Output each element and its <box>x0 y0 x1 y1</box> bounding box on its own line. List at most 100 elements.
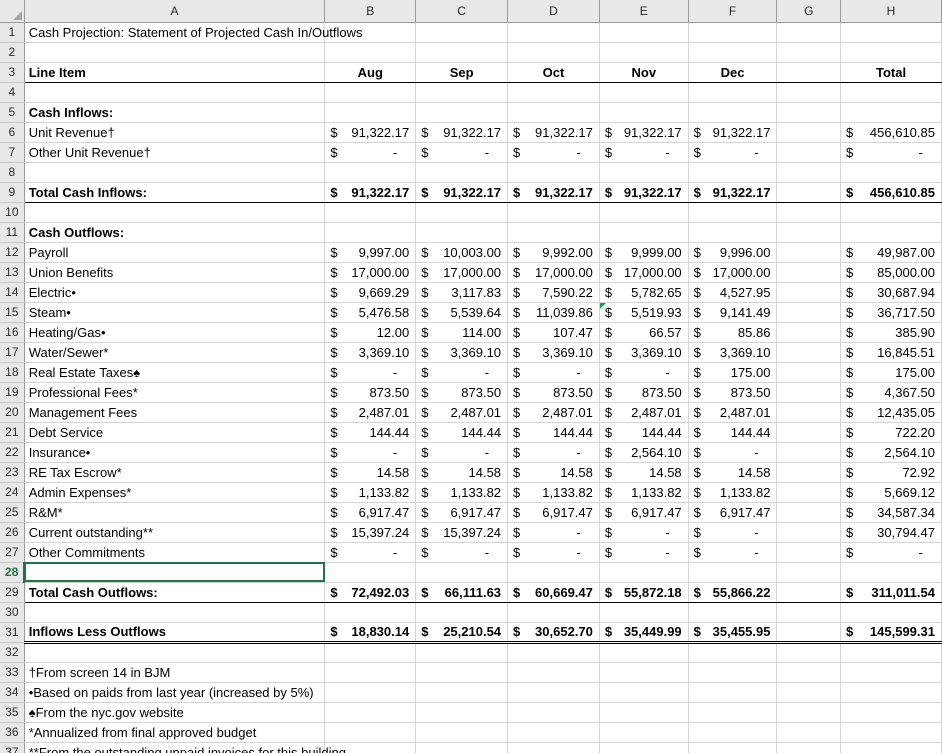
cell-F1[interactable] <box>688 22 778 43</box>
row-header-26[interactable]: 26 <box>0 522 25 543</box>
header-month-sep[interactable]: Sep <box>415 62 509 83</box>
cell-C19[interactable]: $873.50 <box>415 382 509 403</box>
cell-G28[interactable] <box>776 562 842 583</box>
row-header-18[interactable]: 18 <box>0 362 25 383</box>
cell-B35[interactable] <box>324 702 417 723</box>
cell-D10[interactable] <box>507 202 600 223</box>
cell-G34[interactable] <box>776 682 842 703</box>
row-header-33[interactable]: 33 <box>0 662 25 683</box>
cell-B8[interactable] <box>324 162 417 183</box>
cell-F8[interactable] <box>688 162 778 183</box>
cell-D11[interactable] <box>507 222 600 243</box>
cell-F21[interactable]: $144.44 <box>688 422 778 443</box>
cell-H20[interactable]: $12,435.05 <box>840 402 942 423</box>
column-header-h[interactable]: H <box>840 0 942 23</box>
cell-H31[interactable]: $145,599.31 <box>840 621 942 644</box>
cell-C20[interactable]: $2,487.01 <box>415 402 509 423</box>
cell-F11[interactable] <box>688 222 778 243</box>
line-item-label-26[interactable]: Current outstanding** <box>24 522 326 543</box>
header-month-oct[interactable]: Oct <box>507 62 600 83</box>
select-all-corner[interactable] <box>0 0 25 23</box>
footnote-37[interactable]: **From the outstanding unpaid invoices f… <box>24 742 346 753</box>
cell-D18[interactable]: $ - <box>507 362 600 383</box>
row-header-14[interactable]: 14 <box>0 282 25 303</box>
cell-E34[interactable] <box>599 682 689 703</box>
cell-F2[interactable] <box>688 42 778 63</box>
cell-D26[interactable]: $ - <box>507 522 600 543</box>
cell-D28[interactable] <box>507 562 600 583</box>
cell-E2[interactable] <box>599 42 689 63</box>
cell-D27[interactable]: $ - <box>507 542 600 563</box>
cell-D17[interactable]: $3,369.10 <box>507 342 600 363</box>
cell-G17[interactable] <box>776 342 842 363</box>
cell-B28[interactable] <box>324 562 417 583</box>
cell-D25[interactable]: $6,917.47 <box>507 502 600 523</box>
cell-G31[interactable] <box>776 621 842 644</box>
cell-F26[interactable]: $ - <box>688 522 778 543</box>
cell-F35[interactable] <box>688 702 778 723</box>
cell-B14[interactable]: $9,669.29 <box>324 282 417 303</box>
cell-B15[interactable]: $5,476.58 <box>324 302 417 323</box>
cell-C11[interactable] <box>415 222 509 243</box>
cell-G27[interactable] <box>776 542 842 563</box>
cell-H6[interactable]: $456,610.85 <box>840 122 942 143</box>
cell-F4[interactable] <box>688 82 778 103</box>
cell-G14[interactable] <box>776 282 842 303</box>
cell-D35[interactable] <box>507 702 600 723</box>
cell-B36[interactable] <box>324 722 417 743</box>
cell-B17[interactable]: $3,369.10 <box>324 342 417 363</box>
cell-G19[interactable] <box>776 382 842 403</box>
cell-H36[interactable] <box>840 722 942 743</box>
cell-G12[interactable] <box>776 242 842 263</box>
cell-E27[interactable]: $ - <box>599 542 689 563</box>
column-header-f[interactable]: F <box>688 0 778 23</box>
cell-H5[interactable] <box>840 102 942 123</box>
cell-E22[interactable]: $2,564.10 <box>599 442 689 463</box>
cell-C10[interactable] <box>415 202 509 223</box>
cell-D22[interactable]: $ - <box>507 442 600 463</box>
column-header-d[interactable]: D <box>507 0 600 23</box>
cell-C33[interactable] <box>415 662 509 683</box>
cell-H33[interactable] <box>840 662 942 683</box>
cell-H10[interactable] <box>840 202 942 223</box>
cell-E13[interactable]: $17,000.00 <box>599 262 689 283</box>
column-header-a[interactable]: A <box>24 0 326 23</box>
cell-G29[interactable] <box>776 581 842 603</box>
cell-G21[interactable] <box>776 422 842 443</box>
cell-H13[interactable]: $85,000.00 <box>840 262 942 283</box>
cell-C24[interactable]: $1,133.82 <box>415 482 509 503</box>
cell-G20[interactable] <box>776 402 842 423</box>
section-heading-outflows-heading[interactable]: Cash Outflows: <box>24 222 326 243</box>
cell-H37[interactable] <box>840 742 942 753</box>
row-header-28[interactable]: 28 <box>0 562 26 583</box>
row-header-36[interactable]: 36 <box>0 722 25 743</box>
cell-H30[interactable] <box>840 602 942 623</box>
cell-H2[interactable] <box>840 42 942 63</box>
cell-B16[interactable]: $12.00 <box>324 322 417 343</box>
row-header-19[interactable]: 19 <box>0 382 25 403</box>
cell-H21[interactable]: $722.20 <box>840 422 942 443</box>
cell-C15[interactable]: $5,539.64 <box>415 302 509 323</box>
cell-H17[interactable]: $16,845.51 <box>840 342 942 363</box>
cell-G8[interactable] <box>776 162 842 183</box>
cell-C2[interactable] <box>415 42 509 63</box>
cell-C14[interactable]: $3,117.83 <box>415 282 509 303</box>
cell-H22[interactable]: $2,564.10 <box>840 442 942 463</box>
cell-C37[interactable] <box>415 742 509 753</box>
cell-D23[interactable]: $14.58 <box>507 462 600 483</box>
cell-F7[interactable]: $ - <box>688 142 778 163</box>
cell-E5[interactable] <box>599 102 689 123</box>
cell-E7[interactable]: $ - <box>599 142 689 163</box>
cell-G16[interactable] <box>776 322 842 343</box>
cell-G24[interactable] <box>776 482 842 503</box>
row-header-31[interactable]: 31 <box>0 622 25 643</box>
cell-E25[interactable]: $6,917.47 <box>599 502 689 523</box>
cell-G10[interactable] <box>776 202 842 223</box>
cell-F24[interactable]: $1,133.82 <box>688 482 778 503</box>
cell-E28[interactable] <box>599 562 689 583</box>
cell-A2[interactable] <box>24 42 326 63</box>
cell-D32[interactable] <box>507 642 600 663</box>
column-header-b[interactable]: B <box>324 0 417 23</box>
cell-B27[interactable]: $ - <box>324 542 417 563</box>
cell-E14[interactable]: $5,782.65 <box>599 282 689 303</box>
